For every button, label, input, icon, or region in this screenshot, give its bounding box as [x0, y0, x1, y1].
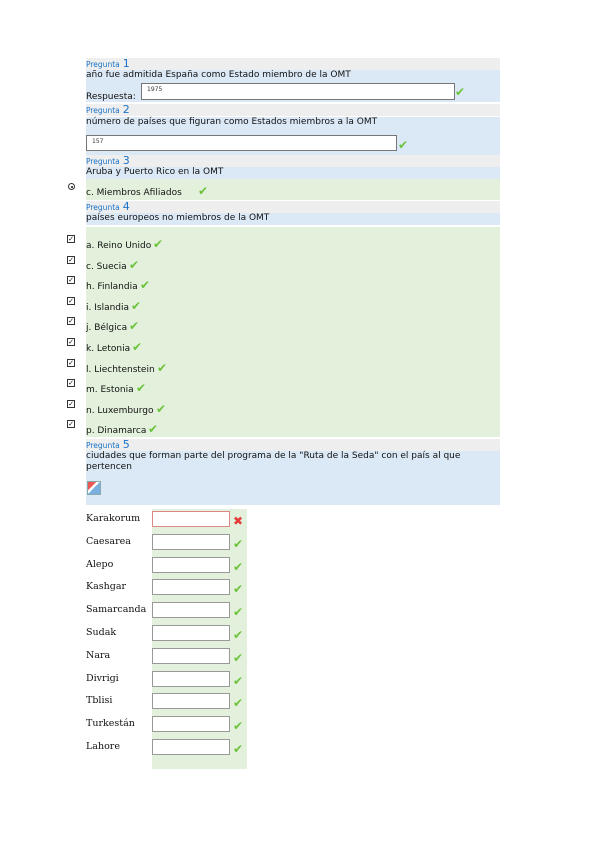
q4-option-label: m. Estonia [86, 385, 134, 396]
q5-text-block: ciudades que forman parte del programa d… [86, 451, 500, 505]
q2-answer-input[interactable]: 157 [86, 135, 397, 151]
check-icon: ✔ [233, 559, 244, 574]
q4-option-label: i. Islandia [86, 302, 130, 313]
q4-label: Pregunta 4 [86, 201, 500, 213]
check-icon: ✔ [198, 184, 209, 198]
city-country-input[interactable] [152, 647, 230, 664]
q4-option-checkbox[interactable]: ✓ [67, 358, 75, 367]
cross-icon: ✖ [233, 514, 244, 528]
city-label: Caesarea [86, 535, 131, 547]
city-label: Kashgar [86, 581, 127, 593]
city-label: Sudak [86, 627, 117, 638]
city-country-input[interactable] [152, 602, 230, 619]
q4-option-label: c. Suecia [86, 261, 127, 272]
q4-option-checkbox[interactable]: ✓ [67, 317, 75, 326]
city-label: Nara [86, 649, 111, 661]
check-icon: ✔ [148, 422, 159, 437]
q3-radio-selected[interactable] [68, 183, 75, 190]
city-country-input[interactable] [152, 533, 230, 550]
q5-text: ciudades que forman parte del programa d… [86, 451, 461, 472]
q4-option-checkbox[interactable]: ✓ [67, 255, 75, 264]
check-icon: ✔ [140, 278, 151, 293]
q4-option-checkbox[interactable]: ✓ [67, 296, 75, 305]
check-icon: ✔ [233, 719, 244, 734]
q1-answer-row: Respuesta: 1975 ✔ [86, 82, 500, 102]
city-label: Alepo [86, 558, 114, 570]
check-icon: ✔ [233, 696, 244, 711]
q4-option-checkbox[interactable]: ✓ [67, 235, 75, 243]
q3-text: Aruba y Puerto Rico en la OMT [86, 167, 500, 179]
city-country-input[interactable] [152, 556, 230, 573]
check-icon: ✔ [153, 237, 164, 251]
q4-option-checkbox[interactable]: ✓ [67, 379, 75, 388]
q4-option-label: j. Bélgica [86, 323, 128, 334]
q4-option-label: p. Dinamarca [86, 426, 147, 437]
check-icon: ✔ [233, 582, 244, 597]
city-country-input[interactable] [152, 670, 230, 687]
city-label: Lahore [86, 741, 120, 752]
q5-label: Pregunta 5 [86, 439, 500, 451]
q4-option-label: n. Luxemburgo [86, 405, 154, 416]
q1-answer-label: Respuesta: [86, 92, 136, 102]
check-icon: ✔ [233, 673, 244, 688]
city-country-input[interactable] [152, 625, 230, 641]
check-icon: ✔ [455, 85, 466, 99]
city-country-input[interactable] [152, 579, 230, 596]
q3-label: Pregunta 3 [86, 155, 500, 167]
q4-option-checkbox[interactable]: ✓ [67, 276, 75, 285]
check-icon: ✔ [129, 319, 140, 334]
city-label: Samarcanda [86, 604, 147, 616]
check-icon: ✔ [233, 605, 244, 620]
check-icon: ✔ [131, 298, 142, 313]
q4-option-checkbox[interactable]: ✓ [67, 399, 75, 408]
city-country-input[interactable] [152, 511, 230, 527]
city-label: Divrigi [86, 672, 119, 684]
q2-text: número de países que figuran como Estado… [86, 117, 500, 129]
check-icon: ✔ [233, 742, 244, 756]
check-icon: ✔ [233, 628, 244, 642]
q2-label: Pregunta 2 [86, 104, 500, 116]
city-country-input[interactable] [152, 693, 230, 710]
city-label: Karakorum [86, 513, 141, 524]
q4-option-checkbox[interactable]: ✓ [67, 420, 75, 429]
image-placeholder-icon [87, 481, 101, 495]
check-icon: ✔ [233, 650, 244, 665]
city-country-input[interactable] [152, 716, 230, 733]
check-icon: ✔ [398, 138, 409, 152]
q2-answer-row: 157 ✔ [86, 129, 500, 155]
q4-option-label: k. Letonia [86, 344, 131, 354]
city-label: Turkestán [86, 718, 135, 730]
q4-option-label: h. Finlandia [86, 282, 138, 293]
q4-option-label: a. Reino Unido [86, 241, 152, 251]
q4-option-label: l. Liechtenstein [86, 364, 155, 375]
check-icon: ✔ [156, 401, 167, 416]
q1-text: año fue admitida España como Estado miem… [86, 70, 500, 82]
city-label: Tblisi [86, 695, 113, 707]
check-icon: ✔ [136, 381, 147, 396]
check-icon: ✔ [129, 257, 140, 272]
q4-text: países europeos no miembros de la OMT [86, 213, 500, 225]
q3-answer-text: c. Miembros Afiliados [86, 188, 182, 198]
q4-option-checkbox[interactable]: ✓ [67, 338, 75, 346]
q1-answer-input[interactable]: 1975 [141, 83, 455, 100]
check-icon: ✔ [132, 340, 143, 354]
q1-label: Pregunta 1 [86, 58, 500, 70]
q3-answer-row: c. Miembros Afiliados ✔ [86, 179, 500, 200]
check-icon: ✔ [233, 536, 244, 551]
city-country-input[interactable] [152, 739, 230, 755]
check-icon: ✔ [157, 360, 168, 375]
